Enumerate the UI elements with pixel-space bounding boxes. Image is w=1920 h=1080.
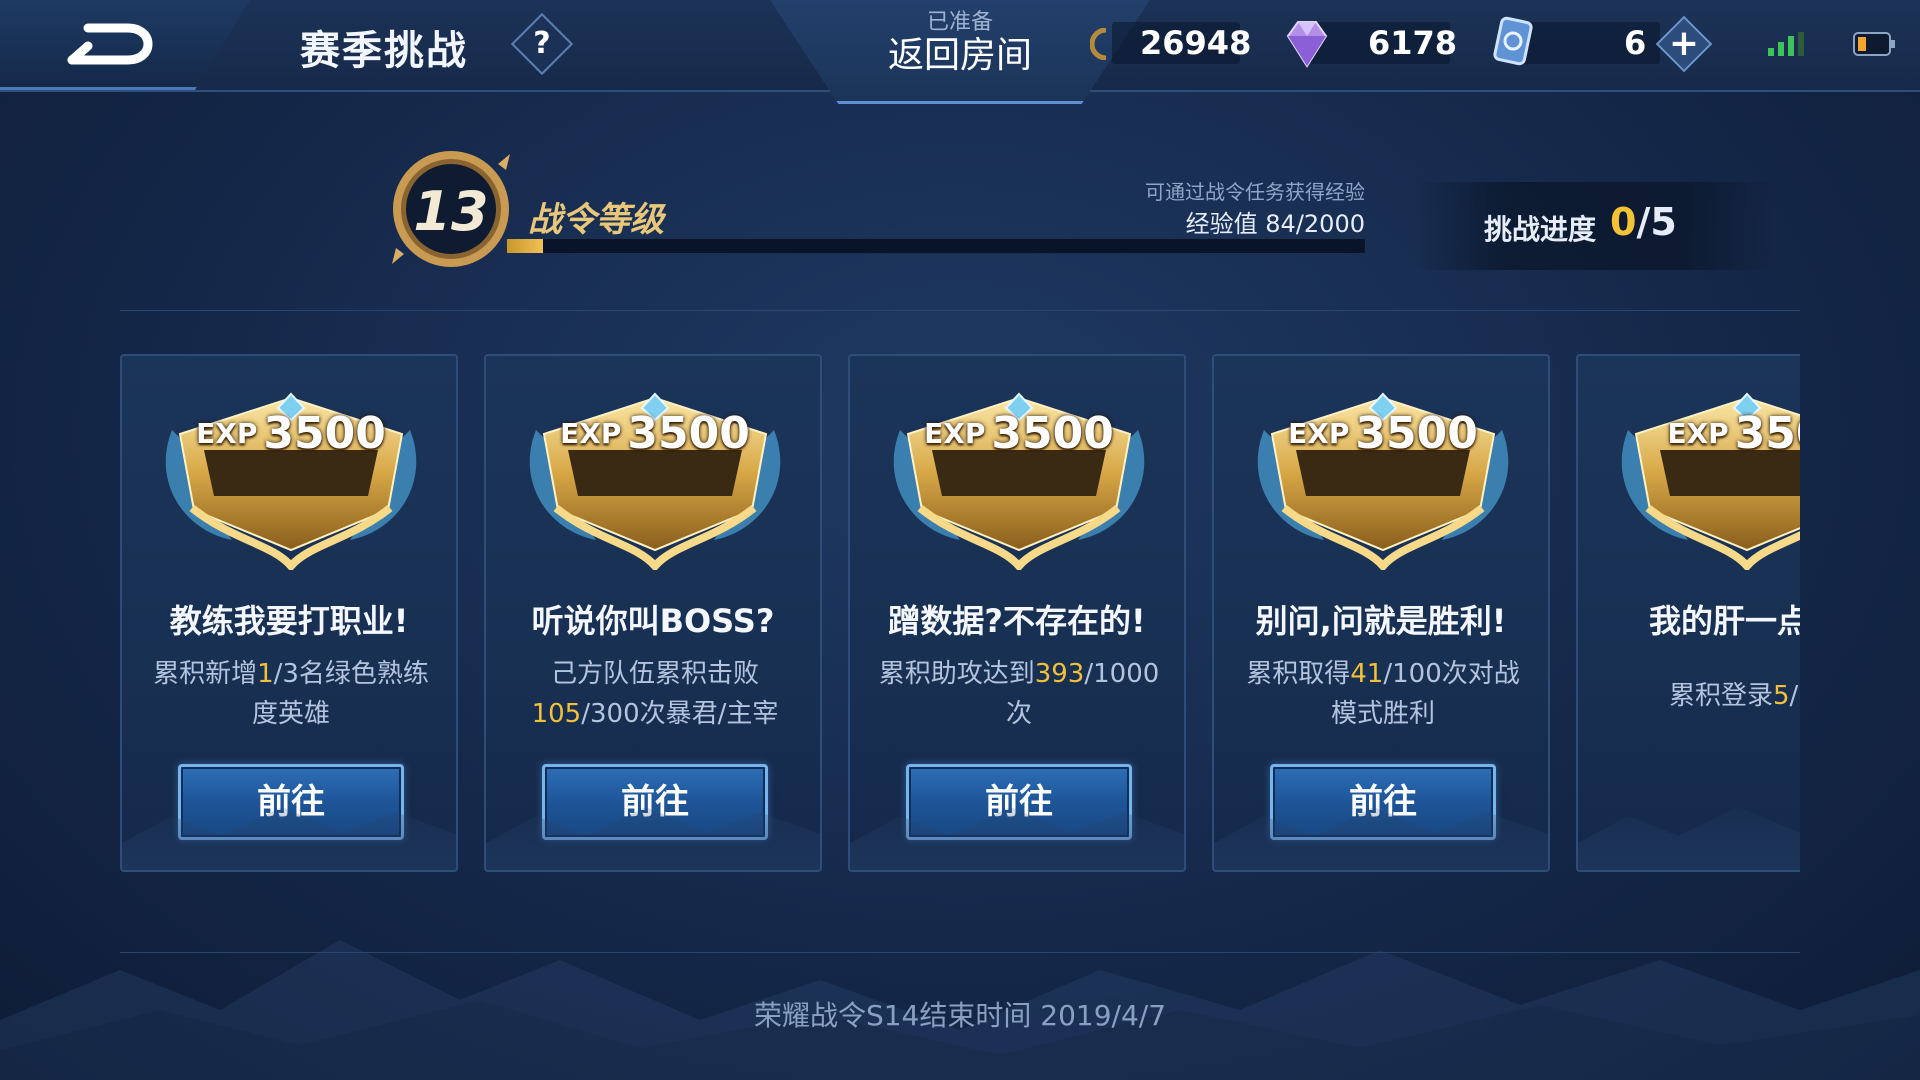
challenge-progress-current: 0 xyxy=(1610,200,1637,244)
exp-badge-label: EXP xyxy=(560,417,622,450)
challenge-card-5: EXP350 我的肝一点都 累积登录5/3( xyxy=(1576,354,1800,872)
exp-badge-amount: 3500 xyxy=(263,408,386,459)
challenge-desc-prefix: 累积取得 xyxy=(1246,659,1351,689)
help-button[interactable]: ? xyxy=(510,12,574,76)
go-button[interactable]: 前往 xyxy=(1270,764,1496,840)
challenge-desc-count: 41 xyxy=(1350,659,1384,689)
exp-badge-label: EXP xyxy=(924,417,986,450)
challenge-title: 别问,问就是胜利! xyxy=(1255,602,1507,640)
footer-divider xyxy=(120,952,1800,953)
challenge-desc-count: 1 xyxy=(257,659,274,689)
challenge-desc-count: 5 xyxy=(1773,681,1790,711)
challenge-desc-count: 393 xyxy=(1034,659,1085,689)
challenge-progress-total: /5 xyxy=(1636,200,1677,244)
exp-badge-amount: 3500 xyxy=(991,408,1114,459)
challenge-desc-count: 105 xyxy=(531,699,582,729)
level-number: 13 xyxy=(413,180,489,243)
exp-badge-text: EXP 3500 xyxy=(152,408,430,459)
exp-progress-bar xyxy=(506,238,1366,254)
challenge-description: 累积登录5/3( xyxy=(1600,676,1800,716)
diamond-value: 6178 xyxy=(1368,24,1458,62)
divider xyxy=(120,310,1800,311)
challenge-title: 听说你叫BOSS? xyxy=(531,602,775,640)
challenge-title: 我的肝一点都 xyxy=(1648,602,1800,640)
challenge-card-list[interactable]: EXP 3500 教练我要打职业! 累积新增1/3名绿色熟练度英雄 前往 EXP… xyxy=(120,354,1800,874)
go-button[interactable]: 前往 xyxy=(906,764,1132,840)
challenge-card-3: EXP 3500 蹭数据?不存在的! 累积助攻达到393/1000次 前往 xyxy=(848,354,1186,872)
signal-icon xyxy=(1768,32,1804,56)
plus-icon: + xyxy=(1668,23,1700,64)
challenge-desc-suffix: /3名绿色熟练度英雄 xyxy=(251,659,429,729)
question-icon: ? xyxy=(533,26,551,61)
challenge-progress-label: 挑战进度 xyxy=(1484,213,1597,246)
exp-progress-fill xyxy=(507,239,544,253)
challenge-description: 累积助攻达到393/1000次 xyxy=(872,654,1166,734)
challenge-progress-panel: 挑战进度 0/5 xyxy=(1416,182,1776,270)
go-button-label: 前往 xyxy=(621,782,689,822)
challenge-description: 累积新增1/3名绿色熟练度英雄 xyxy=(144,654,438,734)
diamond-icon[interactable] xyxy=(1280,16,1334,72)
exp-badge-text: EXP 3500 xyxy=(516,408,794,459)
exp-hint: 可通过战令任务获得经验 xyxy=(1145,180,1365,204)
exp-value: 经验值 84/2000 xyxy=(1185,210,1365,238)
coin-value: 26948 xyxy=(1140,24,1252,62)
challenge-card-1: EXP 3500 教练我要打职业! 累积新增1/3名绿色熟练度英雄 前往 xyxy=(120,354,458,872)
ticket-value: 6 xyxy=(1624,24,1647,62)
exp-badge-text: EXP 3500 xyxy=(880,408,1158,459)
exp-badge-text: EXP 3500 xyxy=(1244,408,1522,459)
back-icon[interactable] xyxy=(66,20,156,72)
challenge-title: 蹭数据?不存在的! xyxy=(888,602,1146,640)
challenge-description: 累积取得41/100次对战模式胜利 xyxy=(1236,654,1530,734)
exp-badge-text: EXP350 xyxy=(1608,408,1800,459)
challenge-card-4: EXP 3500 别问,问就是胜利! 累积取得41/100次对战模式胜利 前往 xyxy=(1212,354,1550,872)
challenge-desc-prefix: 累积新增 xyxy=(153,659,258,689)
go-button[interactable]: 前往 xyxy=(178,764,404,840)
challenge-desc-prefix: 累积助攻达到 xyxy=(878,659,1035,689)
exp-badge-label: EXP xyxy=(1667,417,1729,450)
exp-badge-amount: 3500 xyxy=(1355,408,1478,459)
challenge-description: 己方队伍累积击败 105/300次暴君/主宰 xyxy=(508,654,802,734)
exp-badge-amount: 350 xyxy=(1734,408,1800,459)
challenge-title: 教练我要打职业! xyxy=(169,602,409,640)
page-title: 赛季挑战 xyxy=(300,28,468,74)
go-button-label: 前往 xyxy=(1349,782,1417,822)
challenge-desc-prefix: 己方队伍累积击败 xyxy=(550,659,759,689)
challenge-desc-prefix: 累积登录 xyxy=(1668,681,1773,711)
go-button-label: 前往 xyxy=(985,782,1053,822)
season-end-text: 荣耀战令S14结束时间 2019/4/7 xyxy=(753,999,1167,1032)
ticket-icon[interactable] xyxy=(1490,14,1536,70)
exp-badge-amount: 3500 xyxy=(627,408,750,459)
battery-icon xyxy=(1853,32,1895,56)
go-button[interactable]: 前往 xyxy=(542,764,768,840)
level-title: 战令等级 xyxy=(528,200,664,240)
exp-badge-label: EXP xyxy=(1288,417,1350,450)
challenge-progress-value: 0/5 xyxy=(1610,200,1677,244)
add-ticket-button[interactable]: + xyxy=(1655,15,1713,73)
exp-badge-label: EXP xyxy=(196,417,258,450)
go-button-label: 前往 xyxy=(257,782,325,822)
top-bar: 赛季挑战 ? 已准备 返回房间 26948 6178 6 + xyxy=(0,0,1920,104)
coin-icon xyxy=(1090,28,1107,60)
challenge-desc-suffix: /300次暴君/主宰 xyxy=(581,699,779,729)
challenge-card-2: EXP 3500 听说你叫BOSS? 己方队伍累积击败105/300次暴君/主宰 … xyxy=(484,354,822,872)
challenge-desc-suffix: /3( xyxy=(1789,681,1800,711)
